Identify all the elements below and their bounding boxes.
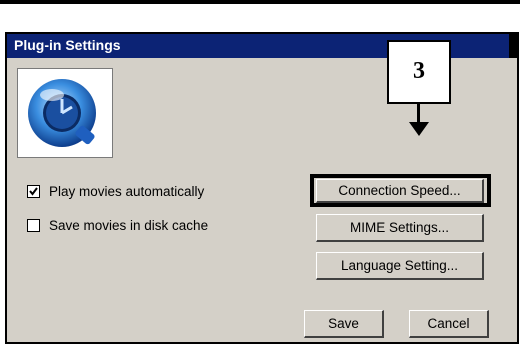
step-number-callout: 3 <box>387 40 451 104</box>
callout-arrow-line <box>417 102 420 124</box>
top-border-line <box>0 0 520 4</box>
quicktime-logo-icon <box>17 68 113 158</box>
play-movies-label: Play movies automatically <box>49 184 205 199</box>
cancel-button[interactable]: Cancel <box>409 310 489 338</box>
checkmark-icon <box>29 187 38 196</box>
connection-speed-highlight-box <box>310 174 491 207</box>
save-movies-checkbox[interactable] <box>27 219 40 232</box>
mime-settings-button[interactable]: MIME Settings... <box>316 214 484 242</box>
window-title: Plug-in Settings <box>14 37 121 53</box>
down-arrow-icon <box>409 122 429 136</box>
save-movies-in-disk-cache-option[interactable]: Save movies in disk cache <box>27 218 208 233</box>
save-button[interactable]: Save <box>304 310 384 338</box>
title-bar-edge <box>509 34 517 58</box>
play-movies-checkbox[interactable] <box>27 185 40 198</box>
play-movies-automatically-option[interactable]: Play movies automatically <box>27 184 204 199</box>
language-setting-button[interactable]: Language Setting... <box>316 252 484 280</box>
save-movies-label: Save movies in disk cache <box>49 218 209 233</box>
